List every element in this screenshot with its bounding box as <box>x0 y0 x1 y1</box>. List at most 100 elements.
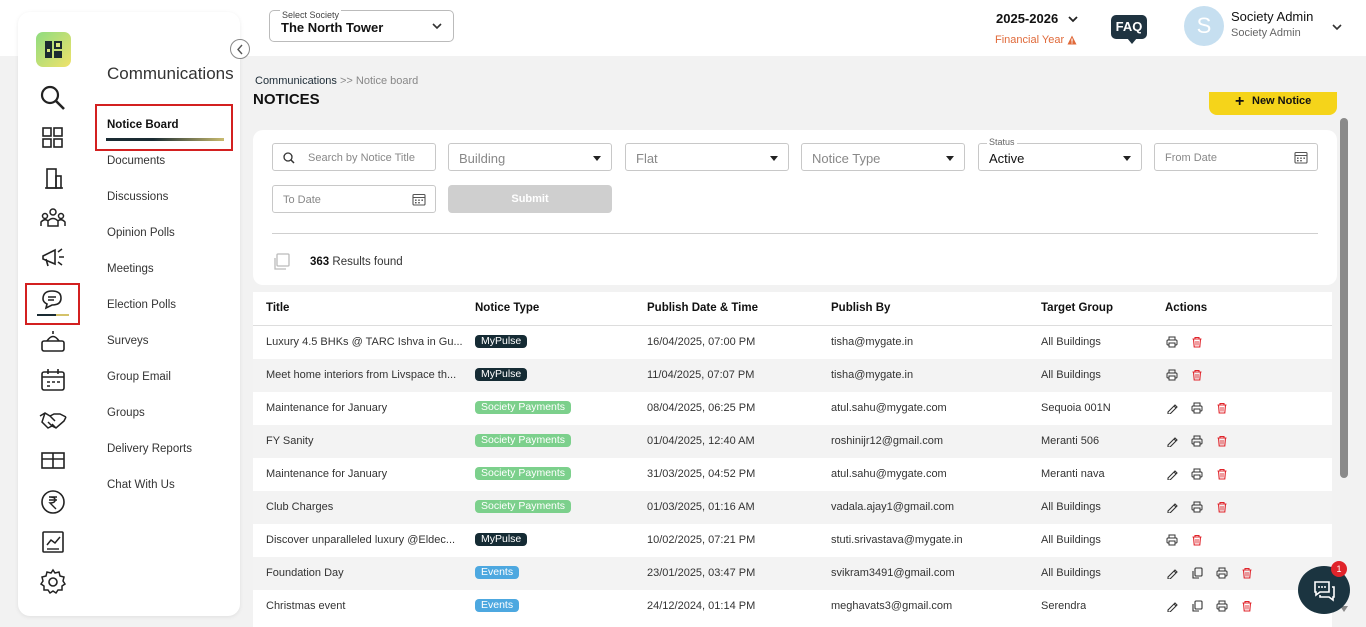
scrollbar-thumb[interactable] <box>1340 118 1348 478</box>
print-icon[interactable] <box>1191 402 1203 414</box>
delete-icon[interactable] <box>1216 402 1228 414</box>
cell-title[interactable]: Club Charges <box>266 501 466 513</box>
cell-title[interactable]: Maintenance for January <box>266 402 466 414</box>
delete-icon[interactable] <box>1241 600 1253 612</box>
table-row[interactable]: Christmas event Events 24/12/2024, 01:14 P… <box>253 590 1332 623</box>
delete-icon[interactable] <box>1216 435 1228 447</box>
print-icon[interactable] <box>1191 468 1203 480</box>
cell-title[interactable]: Christmas event <box>266 600 466 612</box>
society-select-value: The North Tower <box>281 20 384 35</box>
helpdesk-icon[interactable] <box>39 328 67 356</box>
sidebar-item-election-polls[interactable]: Election Polls <box>107 299 176 311</box>
table-row[interactable]: Club Charges Society Payments 01/03/2025, … <box>253 491 1332 524</box>
delete-icon[interactable] <box>1216 468 1228 480</box>
edit-icon[interactable] <box>1166 468 1178 480</box>
search-input[interactable]: Search by Notice Title <box>272 143 436 171</box>
table-row[interactable]: Foundation Day Events 23/01/2025, 03:47 PM… <box>253 557 1332 590</box>
collapse-sidebar-button[interactable] <box>230 39 250 59</box>
column-header-title[interactable]: Title <box>266 302 289 314</box>
copy-icon[interactable] <box>1191 600 1203 612</box>
rupee-icon[interactable] <box>39 488 67 516</box>
app-logo[interactable] <box>36 32 71 67</box>
cell-target-group: Sequoia 001N <box>1041 402 1111 414</box>
society-select[interactable]: Select Society The North Tower <box>269 10 454 42</box>
print-icon[interactable] <box>1166 336 1178 348</box>
chevron-down-icon[interactable] <box>1331 21 1343 33</box>
report-icon[interactable] <box>39 528 67 556</box>
table-row[interactable]: Meet home interiors from Livspace th... M… <box>253 359 1332 392</box>
sidebar-item-opinion-polls[interactable]: Opinion Polls <box>107 227 175 239</box>
sidebar-item-notice-board[interactable]: Notice Board <box>107 119 179 131</box>
column-header-notice-type[interactable]: Notice Type <box>475 302 539 314</box>
delete-icon[interactable] <box>1191 534 1203 546</box>
delete-icon[interactable] <box>1191 336 1203 348</box>
financial-year-value[interactable]: 2025-2026 <box>996 11 1058 26</box>
table-row[interactable]: FY Sanity Society Payments 01/04/2025, 12:… <box>253 425 1332 458</box>
from-date-input[interactable]: From Date <box>1154 143 1318 171</box>
chat-icon[interactable] <box>39 286 67 314</box>
table-row[interactable]: Maintenance for January Society Payments 0… <box>253 392 1332 425</box>
column-header-publish-date[interactable]: Publish Date & Time <box>647 302 758 314</box>
new-notice-button[interactable]: + New Notice <box>1209 92 1337 115</box>
handshake-icon[interactable] <box>39 406 67 434</box>
copy-icon[interactable] <box>1191 567 1203 579</box>
edit-icon[interactable] <box>1166 501 1178 513</box>
building-icon[interactable] <box>39 164 67 192</box>
megaphone-icon[interactable] <box>39 244 67 272</box>
sidebar-item-surveys[interactable]: Surveys <box>107 335 149 347</box>
flat-select[interactable]: Flat <box>625 143 789 171</box>
calendar-icon[interactable] <box>39 366 67 394</box>
cell-title[interactable]: Foundation Day <box>266 567 466 579</box>
delete-icon[interactable] <box>1241 567 1253 579</box>
edit-icon[interactable] <box>1166 567 1178 579</box>
submit-button[interactable]: Submit <box>448 185 612 213</box>
print-icon[interactable] <box>1166 369 1178 381</box>
to-date-input[interactable]: To Date <box>272 185 436 213</box>
table-row[interactable]: Discover unparalleled luxury @Eldec... My… <box>253 524 1332 557</box>
print-icon[interactable] <box>1191 435 1203 447</box>
caret-down-icon <box>1123 156 1131 161</box>
edit-icon[interactable] <box>1166 435 1178 447</box>
search-icon[interactable] <box>39 84 67 112</box>
delete-icon[interactable] <box>1216 501 1228 513</box>
sidebar-item-meetings[interactable]: Meetings <box>107 263 154 275</box>
column-header-publish-by[interactable]: Publish By <box>831 302 890 314</box>
settings-icon[interactable] <box>39 568 67 596</box>
cell-title[interactable]: Meet home interiors from Livspace th... <box>266 369 466 381</box>
user-name[interactable]: Society Admin <box>1231 9 1313 24</box>
cell-title[interactable]: Discover unparalleled luxury @Eldec... <box>266 534 466 546</box>
sidebar-item-documents[interactable]: Documents <box>107 155 165 167</box>
cell-title[interactable]: Maintenance for January <box>266 468 466 480</box>
cell-title[interactable]: Luxury 4.5 BHKs @ TARC Ishva in Gu... <box>266 336 466 348</box>
faq-button[interactable]: FAQ <box>1111 15 1147 44</box>
table-row[interactable]: Maintenance for January Society Payments 3… <box>253 458 1332 491</box>
community-icon[interactable] <box>39 204 67 232</box>
avatar[interactable]: S <box>1184 6 1224 46</box>
column-header-target-group[interactable]: Target Group <box>1041 302 1113 314</box>
edit-icon[interactable] <box>1166 600 1178 612</box>
sidebar-item-group-email[interactable]: Group Email <box>107 371 171 383</box>
sidebar-item-discussions[interactable]: Discussions <box>107 191 168 203</box>
calendar-icon[interactable] <box>1294 151 1308 164</box>
copy-icon[interactable] <box>272 253 290 271</box>
print-icon[interactable] <box>1216 600 1228 612</box>
edit-icon[interactable] <box>1166 402 1178 414</box>
amenity-icon[interactable] <box>39 446 67 474</box>
dashboard-grid-icon[interactable] <box>39 124 67 152</box>
print-icon[interactable] <box>1216 567 1228 579</box>
delete-icon[interactable] <box>1191 369 1203 381</box>
print-icon[interactable] <box>1166 534 1178 546</box>
sidebar-item-chat-with-us[interactable]: Chat With Us <box>107 479 175 491</box>
print-icon[interactable] <box>1191 501 1203 513</box>
calendar-icon[interactable] <box>412 193 426 206</box>
cell-publish-by: atul.sahu@mygate.com <box>831 402 947 414</box>
notice-type-select[interactable]: Notice Type <box>801 143 965 171</box>
sidebar-item-groups[interactable]: Groups <box>107 407 145 419</box>
sidebar-item-delivery-reports[interactable]: Delivery Reports <box>107 443 192 455</box>
table-row[interactable]: Luxury 4.5 BHKs @ TARC Ishva in Gu... MyP… <box>253 326 1332 359</box>
chevron-down-icon[interactable] <box>1068 14 1078 24</box>
cell-title[interactable]: FY Sanity <box>266 435 466 447</box>
building-select[interactable]: Building <box>448 143 612 171</box>
status-select[interactable]: Status Active <box>978 137 1142 171</box>
breadcrumb-root[interactable]: Communications <box>255 75 337 87</box>
